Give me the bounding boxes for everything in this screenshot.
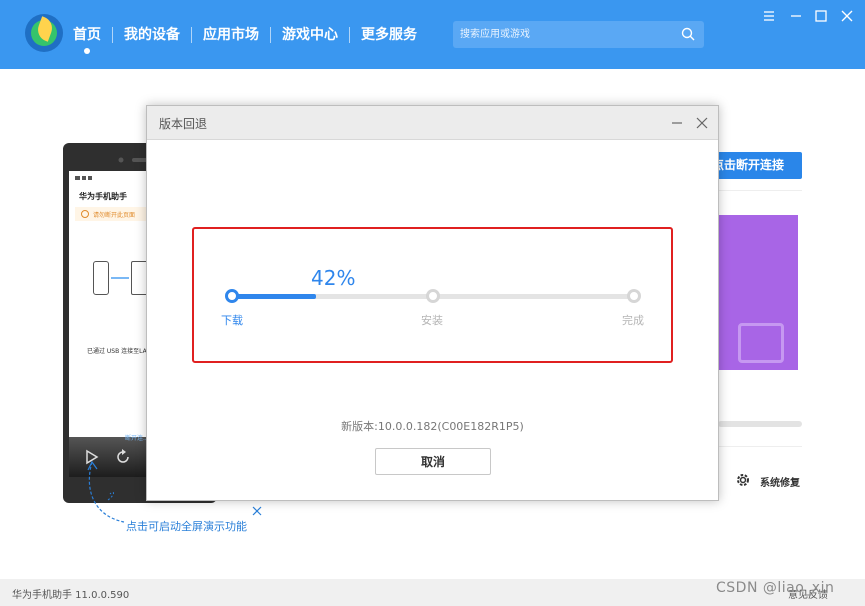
divider [718, 190, 802, 191]
search-input[interactable] [453, 21, 673, 48]
new-version-text: 新版本:10.0.0.182(C00E182R1P5) [341, 420, 524, 433]
search-box[interactable] [453, 21, 704, 48]
nav-more-services[interactable]: 更多服务 [360, 24, 418, 46]
hint-arrow-icon [87, 460, 125, 523]
phone-warning-text: 请勿断开此页面 [93, 212, 136, 219]
phone-device-icon [93, 261, 109, 295]
gear-icon[interactable] [735, 472, 751, 488]
phone-connection-text: 已通过 USB 连接至LA... [87, 348, 153, 355]
fullscreen-hint: 点击可启动全屏演示功能 [126, 520, 247, 533]
hint-close-icon[interactable] [252, 506, 262, 516]
nav-separator [349, 27, 350, 43]
step-label-complete: 完成 [622, 314, 644, 327]
active-nav-indicator [84, 48, 90, 54]
step-dot-complete [627, 289, 641, 303]
status-bar-icons [75, 176, 92, 180]
progress-fill [231, 294, 316, 299]
rollback-dialog: 版本回退 42% 下载 安装 完成 新版本:10.0.0.182(C00E182… [146, 105, 719, 501]
nav-app-market[interactable]: 应用市场 [202, 24, 260, 46]
progress-percent: 42% [311, 266, 356, 290]
dialog-close-icon[interactable] [695, 116, 709, 130]
promo-graphic [738, 323, 784, 363]
step-dot-install [426, 289, 440, 303]
warning-icon [81, 210, 89, 218]
close-icon[interactable] [839, 8, 855, 24]
promo-banner[interactable] [708, 215, 798, 370]
dialog-header: 版本回退 [147, 106, 718, 140]
watermark: CSDN @liao_xin [716, 580, 835, 596]
phone-app-title: 华为手机助手 [79, 192, 127, 201]
divider [718, 446, 802, 447]
usb-link-icon [111, 277, 129, 279]
nav-separator [191, 27, 192, 43]
main-nav: 首页 我的设备 应用市场 游戏中心 更多服务 [72, 24, 418, 46]
nav-home[interactable]: 首页 [72, 24, 102, 46]
maximize-icon[interactable] [813, 8, 829, 24]
dialog-minimize-icon[interactable] [670, 116, 684, 130]
nav-separator [270, 27, 271, 43]
search-icon[interactable] [681, 27, 695, 41]
nav-my-devices[interactable]: 我的设备 [123, 24, 181, 46]
background-progress-bar [718, 421, 802, 427]
cancel-button[interactable]: 取消 [375, 448, 491, 475]
nav-separator [112, 27, 113, 43]
app-logo[interactable] [25, 14, 63, 52]
minimize-icon[interactable] [788, 8, 804, 24]
nav-game-center[interactable]: 游戏中心 [281, 24, 339, 46]
step-dot-download [225, 289, 239, 303]
system-repair-label[interactable]: 系统修复 [760, 474, 800, 489]
top-bar: 首页 我的设备 应用市场 游戏中心 更多服务 [0, 0, 865, 69]
step-label-download: 下载 [221, 314, 243, 327]
dialog-title: 版本回退 [159, 117, 208, 131]
menu-icon[interactable] [761, 8, 777, 24]
app-version: 华为手机助手 11.0.0.590 [12, 590, 130, 601]
step-label-install: 安装 [421, 314, 443, 327]
